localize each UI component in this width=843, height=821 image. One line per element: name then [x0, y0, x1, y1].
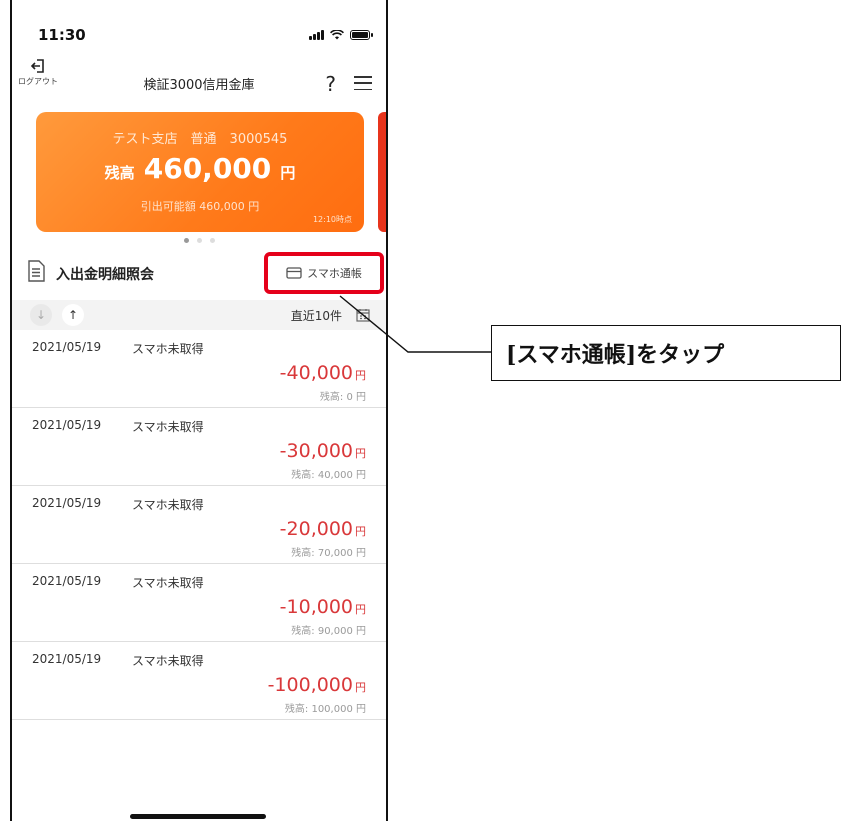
callout-leader-line [339, 295, 491, 353]
instruction-callout: [スマホ通帳]をタップ [491, 325, 841, 381]
callout-text: [スマホ通帳]をタップ [506, 342, 725, 368]
